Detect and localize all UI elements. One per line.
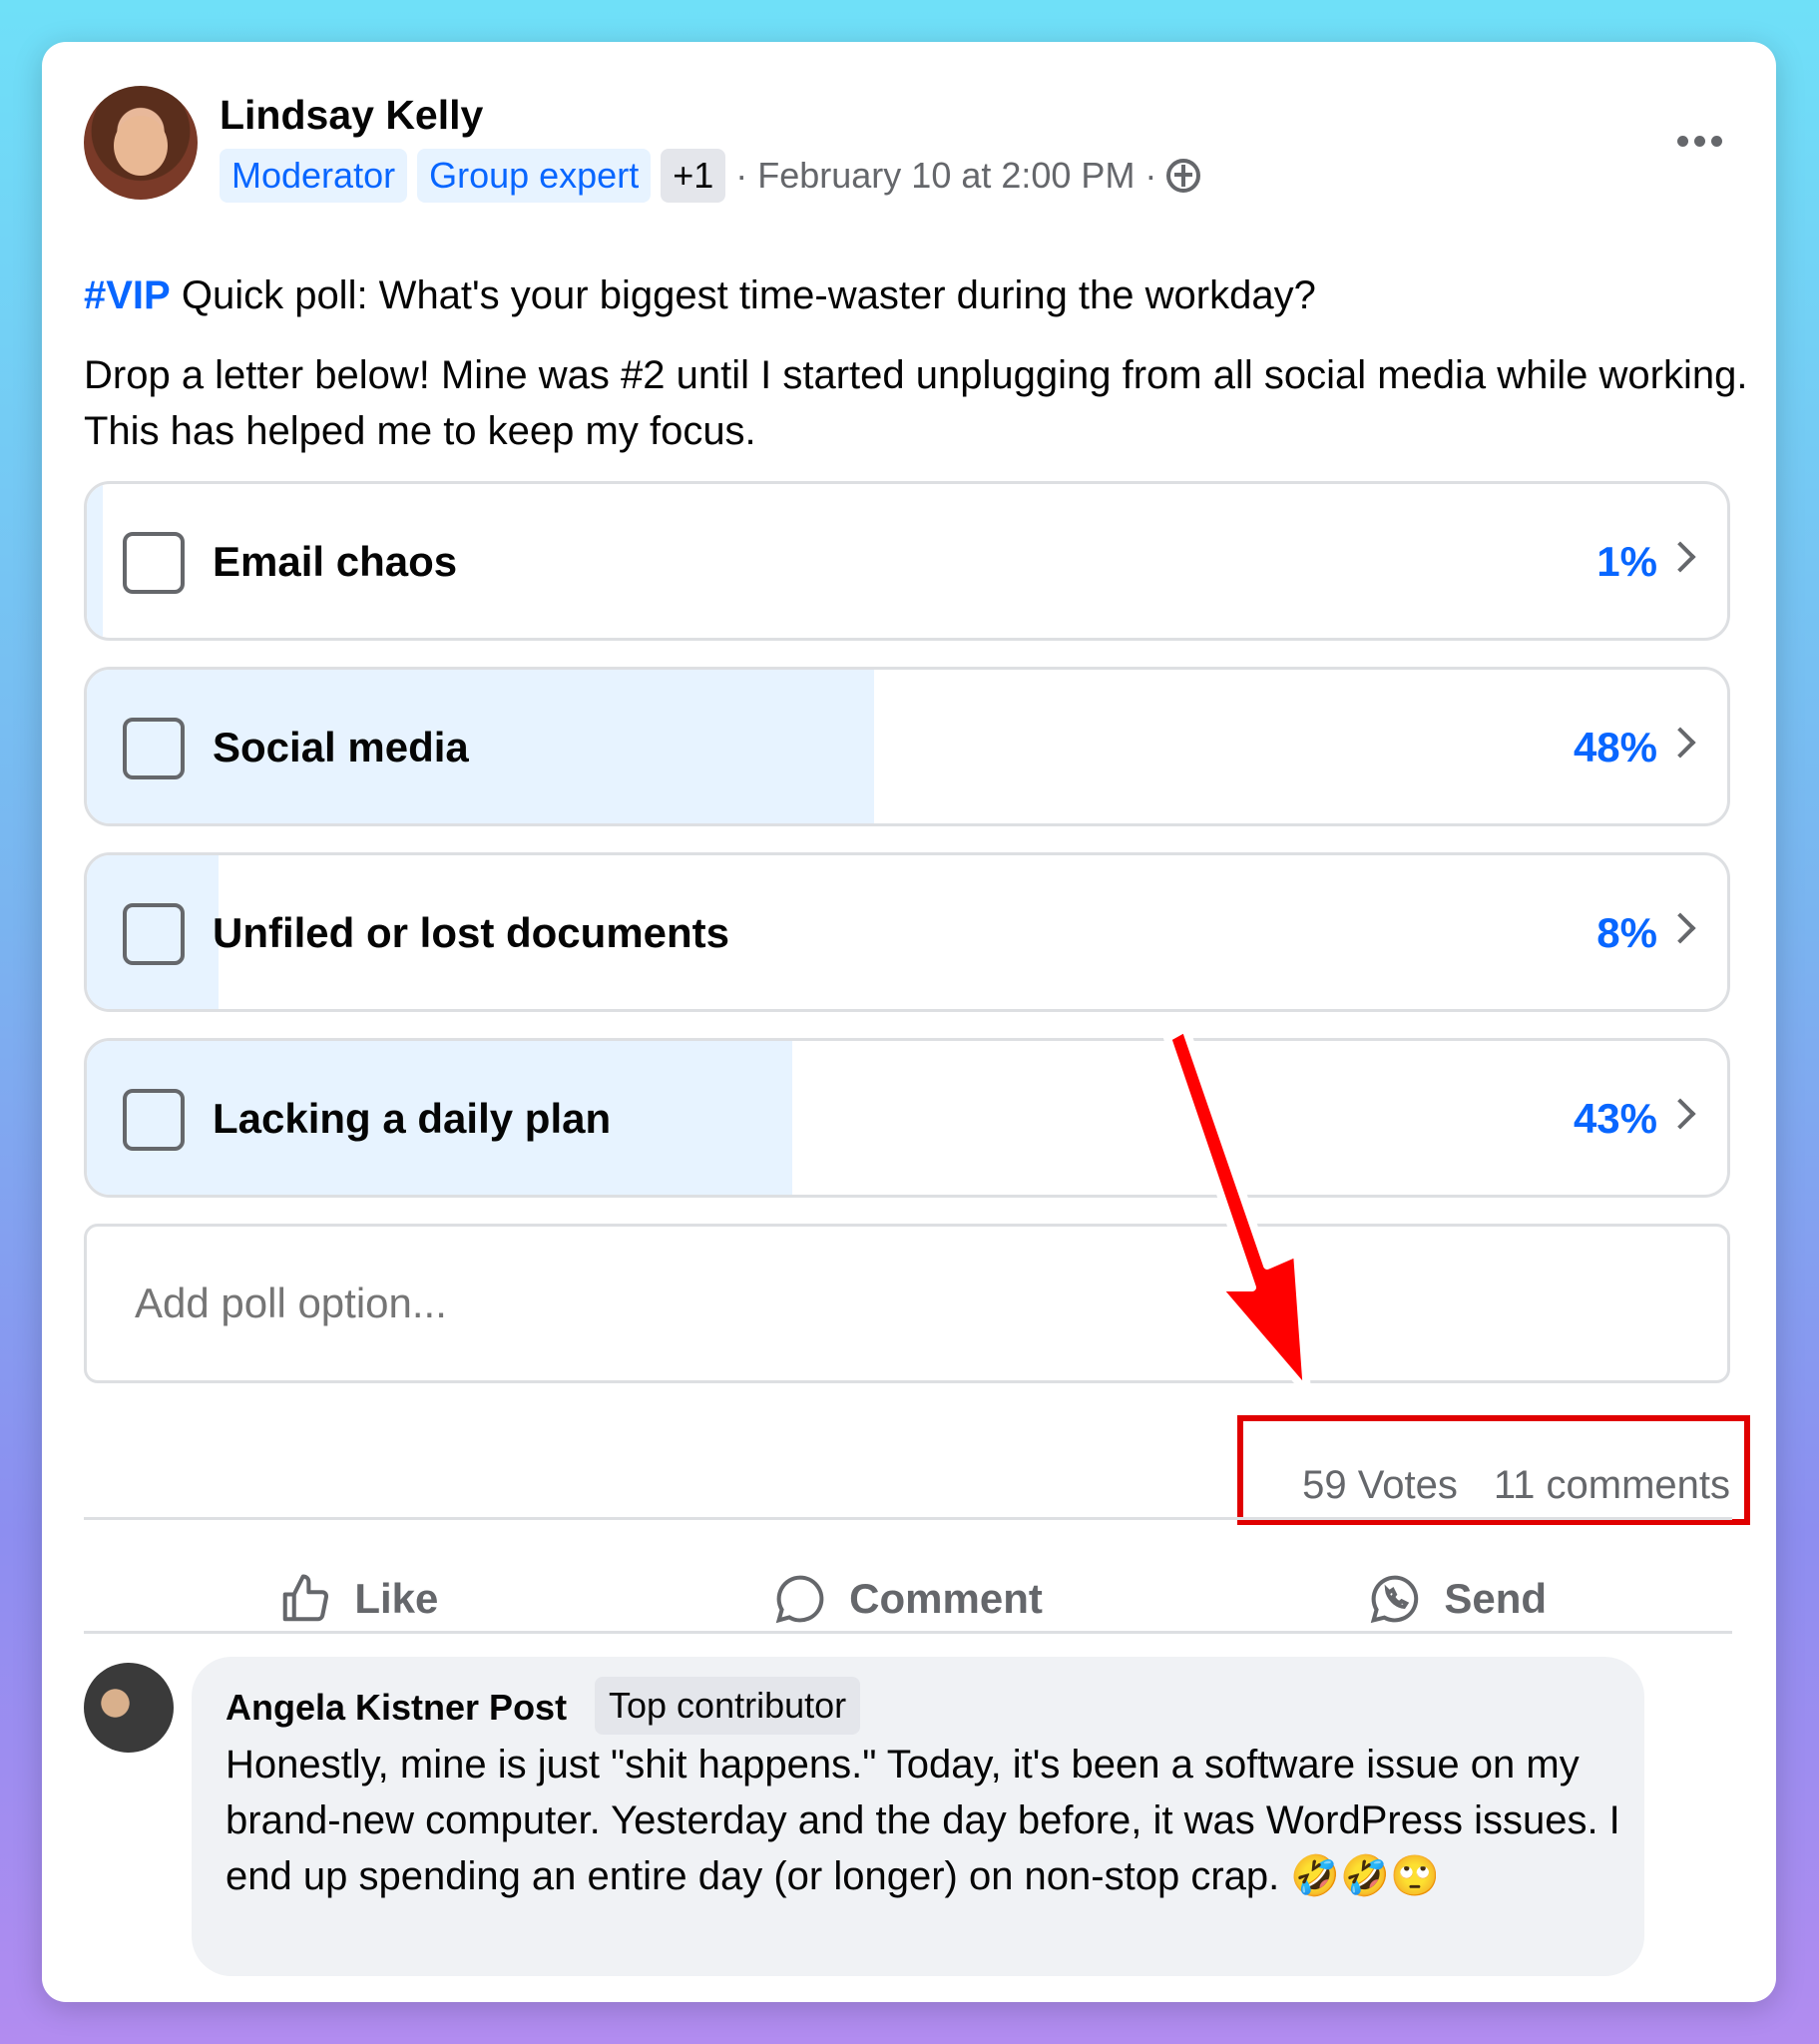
like-label: Like <box>354 1575 439 1622</box>
poll-option-percent[interactable]: 8% <box>1596 909 1657 957</box>
poll-option[interactable]: Social media 48% <box>84 667 1730 826</box>
comment-bubble: Angela Kistner Post Top contributor Hone… <box>192 1657 1644 1976</box>
like-button[interactable]: Like <box>84 1541 634 1657</box>
whatsapp-icon <box>1371 1575 1419 1624</box>
poll-option[interactable]: Lacking a daily plan 43% <box>84 1038 1730 1198</box>
poll-option-label: Email chaos <box>213 538 458 585</box>
action-bar: Like Comment Send <box>84 1541 1732 1657</box>
audience-icon <box>1166 159 1201 193</box>
poll-option-fill <box>87 484 104 638</box>
comment-author[interactable]: Angela Kistner Post <box>226 1687 567 1729</box>
divider <box>84 1631 1732 1634</box>
add-poll-option-input[interactable] <box>84 1224 1730 1383</box>
poll-option-label: Lacking a daily plan <box>213 1095 612 1142</box>
comment-text: Honestly, mine is just "shit happens." T… <box>226 1743 1620 1898</box>
divider <box>84 1517 1732 1520</box>
badge-more[interactable]: +1 <box>661 149 726 203</box>
post-text-body: Drop a letter below! Mine was #2 until I… <box>84 353 1748 453</box>
post-question: Quick poll: What's your biggest time-was… <box>170 273 1316 317</box>
hashtag-link[interactable]: #VIP <box>84 273 171 317</box>
comment-label: Comment <box>849 1575 1043 1622</box>
poll-option-fill <box>87 670 875 823</box>
post-card: Lindsay Kelly Moderator Group expert +1 … <box>42 42 1776 2002</box>
author-name[interactable]: Lindsay Kelly <box>220 92 483 139</box>
poll-checkbox[interactable] <box>123 532 185 594</box>
post-meta: Moderator Group expert +1 · February 10 … <box>220 148 1201 204</box>
annotation-arrow <box>1163 1024 1311 1396</box>
poll-option-percent[interactable]: 43% <box>1574 1095 1657 1143</box>
more-options-icon[interactable] <box>1677 136 1722 147</box>
author-avatar[interactable] <box>84 86 198 200</box>
post-text-line1: #VIP Quick poll: What's your biggest tim… <box>84 273 1316 318</box>
comment-icon <box>775 1575 824 1624</box>
poll-option[interactable]: Unfiled or lost documents 8% <box>84 852 1730 1012</box>
poll-checkbox[interactable] <box>123 718 185 779</box>
send-button[interactable]: Send <box>1182 1541 1732 1657</box>
poll-option[interactable]: Email chaos 1% <box>84 481 1730 641</box>
chevron-right-icon[interactable] <box>1664 727 1696 759</box>
badge-group-expert[interactable]: Group expert <box>417 149 652 203</box>
chevron-right-icon[interactable] <box>1664 541 1696 573</box>
chevron-right-icon[interactable] <box>1664 912 1696 944</box>
post-timestamp[interactable]: · February 10 at 2:00 PM · <box>735 155 1156 197</box>
poll-checkbox[interactable] <box>123 1089 185 1151</box>
badge-moderator[interactable]: Moderator <box>220 149 408 203</box>
comment-button[interactable]: Comment <box>634 1541 1183 1657</box>
send-label: Send <box>1444 1575 1548 1622</box>
commenter-avatar[interactable] <box>84 1663 174 1753</box>
annotation-highlight-box <box>1237 1415 1750 1525</box>
poll-option-percent[interactable]: 1% <box>1596 538 1657 586</box>
poll-checkbox[interactable] <box>123 903 185 965</box>
chevron-right-icon[interactable] <box>1664 1098 1696 1130</box>
thumbs-up-icon <box>283 1574 329 1622</box>
poll-option-label: Social media <box>213 724 469 770</box>
poll-option-label: Unfiled or lost documents <box>213 909 730 956</box>
poll-option-percent[interactable]: 48% <box>1574 724 1657 771</box>
top-contributor-badge[interactable]: Top contributor <box>595 1677 861 1735</box>
